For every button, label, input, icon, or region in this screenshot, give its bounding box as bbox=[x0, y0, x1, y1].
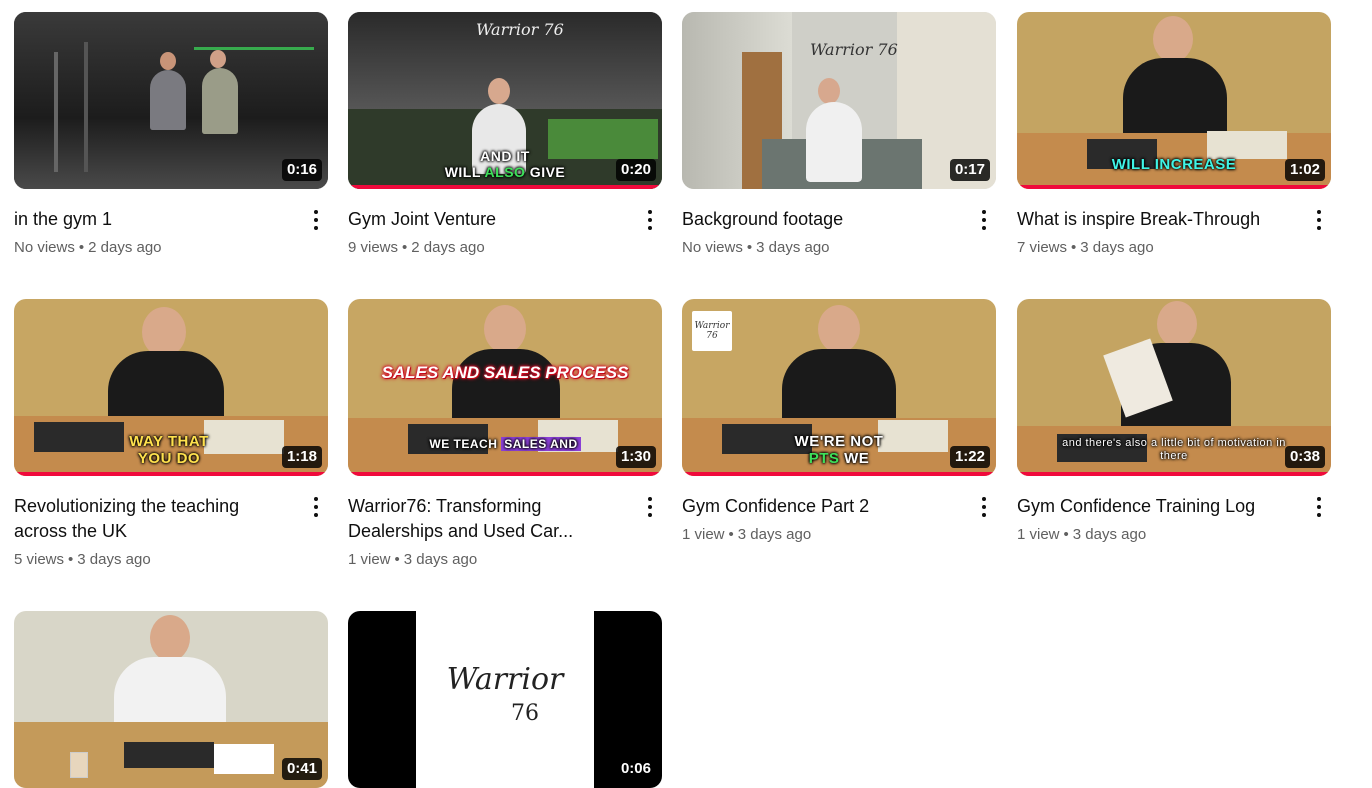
meta-separator: • bbox=[1063, 526, 1069, 543]
video-meta: 9 views • 2 days ago bbox=[348, 238, 628, 258]
view-count: 5 views bbox=[14, 551, 65, 568]
video-duration: 1:30 bbox=[615, 446, 656, 468]
video-thumbnail[interactable]: Warrior 76 AND IT WILL ALSO GIVE 0:20 bbox=[348, 12, 662, 189]
more-options-icon[interactable] bbox=[976, 496, 992, 518]
brand-logo: Warrior 76 bbox=[446, 662, 564, 727]
upload-age: 2 days ago bbox=[411, 239, 485, 256]
video-card[interactable]: Warrior 76 WE'RE NOT PTS WE 1:22 Gym Conf… bbox=[682, 299, 996, 545]
video-duration: 0:41 bbox=[281, 758, 322, 780]
video-card[interactable]: 0:41 bbox=[14, 611, 328, 788]
more-options-icon[interactable] bbox=[976, 209, 992, 231]
view-count: 1 view bbox=[1017, 526, 1060, 543]
video-card[interactable]: WILL INCREASE 1:02 What is inspire Break… bbox=[1017, 12, 1331, 258]
video-caption: WAY THAT YOU DO bbox=[129, 433, 209, 467]
watch-progress-bar bbox=[682, 472, 996, 476]
watch-progress-bar bbox=[1017, 185, 1331, 189]
video-thumbnail[interactable]: WAY THAT YOU DO 1:18 bbox=[14, 299, 328, 476]
watch-progress-bar bbox=[1017, 472, 1331, 476]
brand-logo: Warrior 76 bbox=[476, 20, 564, 39]
video-thumbnail[interactable]: Warrior 76 WE'RE NOT PTS WE 1:22 bbox=[682, 299, 996, 476]
video-title[interactable]: Gym Joint Venture bbox=[348, 207, 628, 232]
meta-separator: • bbox=[1071, 239, 1077, 256]
video-meta: 1 view • 3 days ago bbox=[1017, 525, 1297, 545]
video-meta: No views • 2 days ago bbox=[14, 238, 294, 258]
video-thumbnail[interactable]: WILL INCREASE 1:02 bbox=[1017, 12, 1331, 189]
view-count: 7 views bbox=[1017, 239, 1068, 256]
video-caption: and there's also a little bit of motivat… bbox=[1062, 437, 1286, 462]
video-card[interactable]: Warrior 76 0:06 bbox=[348, 611, 662, 788]
thumbnail-image bbox=[14, 611, 328, 788]
more-options-icon[interactable] bbox=[308, 209, 324, 231]
video-banner: SALES AND SALES PROCESS bbox=[381, 363, 629, 382]
brand-logo: Warrior 76 bbox=[810, 40, 898, 59]
view-count: 1 view bbox=[348, 551, 391, 568]
video-title[interactable]: Background footage bbox=[682, 207, 962, 232]
video-title[interactable]: Gym Confidence Part 2 bbox=[682, 494, 962, 519]
video-card[interactable]: SALES AND SALES PROCESS WE TEACH SALES A… bbox=[348, 299, 662, 570]
more-options-icon[interactable] bbox=[642, 209, 658, 231]
meta-separator: • bbox=[746, 239, 753, 256]
brand-logo: Warrior 76 bbox=[692, 311, 732, 351]
upload-age: 3 days ago bbox=[737, 526, 812, 543]
more-options-icon[interactable] bbox=[642, 496, 658, 518]
video-thumbnail[interactable]: 0:16 bbox=[14, 12, 328, 189]
video-duration: 0:38 bbox=[1284, 446, 1325, 468]
more-options-icon[interactable] bbox=[1311, 209, 1327, 231]
video-duration: 0:20 bbox=[615, 159, 656, 181]
upload-age: 2 days ago bbox=[88, 239, 162, 256]
watch-progress-bar bbox=[348, 472, 662, 476]
watch-progress-bar bbox=[348, 185, 662, 189]
upload-age: 3 days ago bbox=[1072, 526, 1147, 543]
view-count: 9 views bbox=[348, 239, 399, 256]
video-thumbnail[interactable]: SALES AND SALES PROCESS WE TEACH SALES A… bbox=[348, 299, 662, 476]
meta-separator: • bbox=[68, 551, 74, 568]
upload-age: 3 days ago bbox=[77, 551, 151, 568]
video-card[interactable]: WAY THAT YOU DO 1:18 Revolutionizing the… bbox=[14, 299, 328, 570]
video-thumbnail[interactable]: Warrior 76 0:17 bbox=[682, 12, 996, 189]
upload-age: 3 days ago bbox=[756, 239, 830, 256]
video-caption: AND IT WILL ALSO GIVE bbox=[444, 148, 566, 180]
video-duration: 1:18 bbox=[281, 446, 322, 468]
video-meta: 1 view • 3 days ago bbox=[682, 525, 962, 545]
video-thumbnail[interactable]: and there's also a little bit of motivat… bbox=[1017, 299, 1331, 476]
video-duration: 1:02 bbox=[1284, 159, 1325, 181]
thumbnail-image: Warrior 76 bbox=[348, 611, 662, 788]
video-duration: 1:22 bbox=[949, 446, 990, 468]
meta-separator: • bbox=[728, 526, 734, 543]
view-count: 1 view bbox=[682, 526, 725, 543]
video-card[interactable]: 0:16 in the gym 1 No views • 2 days ago bbox=[14, 12, 328, 258]
video-card[interactable]: Warrior 76 0:17 Background footage No vi… bbox=[682, 12, 996, 258]
meta-separator: • bbox=[394, 551, 400, 568]
video-card[interactable]: Warrior 76 AND IT WILL ALSO GIVE 0:20 Gy… bbox=[348, 12, 662, 258]
video-title[interactable]: What is inspire Break-Through bbox=[1017, 207, 1297, 232]
view-count: No views bbox=[14, 239, 75, 256]
video-card[interactable]: and there's also a little bit of motivat… bbox=[1017, 299, 1331, 545]
video-title[interactable]: Gym Confidence Training Log bbox=[1017, 494, 1297, 519]
meta-separator: • bbox=[402, 239, 408, 256]
video-meta: 7 views • 3 days ago bbox=[1017, 238, 1297, 258]
video-caption: WE'RE NOT PTS WE bbox=[794, 433, 884, 467]
upload-age: 3 days ago bbox=[403, 551, 478, 568]
watch-progress-bar bbox=[14, 472, 328, 476]
video-title[interactable]: Revolutionizing the teaching across the … bbox=[14, 494, 294, 544]
video-meta: No views • 3 days ago bbox=[682, 238, 962, 258]
more-options-icon[interactable] bbox=[1311, 496, 1327, 518]
video-duration: 0:17 bbox=[949, 159, 990, 181]
thumbnail-image: Warrior 76 bbox=[682, 12, 996, 189]
view-count: No views bbox=[682, 239, 743, 256]
video-caption: WE TEACH SALES AND bbox=[348, 437, 662, 451]
thumbnail-image bbox=[14, 12, 328, 189]
video-title[interactable]: Warrior76: Transforming Dealerships and … bbox=[348, 494, 628, 544]
more-options-icon[interactable] bbox=[308, 496, 324, 518]
video-duration: 0:16 bbox=[281, 159, 322, 181]
upload-age: 3 days ago bbox=[1080, 239, 1154, 256]
video-caption: WILL INCREASE bbox=[1111, 156, 1237, 173]
video-meta: 5 views • 3 days ago bbox=[14, 550, 294, 570]
video-thumbnail[interactable]: 0:41 bbox=[14, 611, 328, 788]
meta-separator: • bbox=[78, 239, 85, 256]
video-thumbnail[interactable]: Warrior 76 0:06 bbox=[348, 611, 662, 788]
video-duration: 0:06 bbox=[615, 758, 656, 780]
video-title[interactable]: in the gym 1 bbox=[14, 207, 294, 232]
video-meta: 1 view • 3 days ago bbox=[348, 550, 628, 570]
